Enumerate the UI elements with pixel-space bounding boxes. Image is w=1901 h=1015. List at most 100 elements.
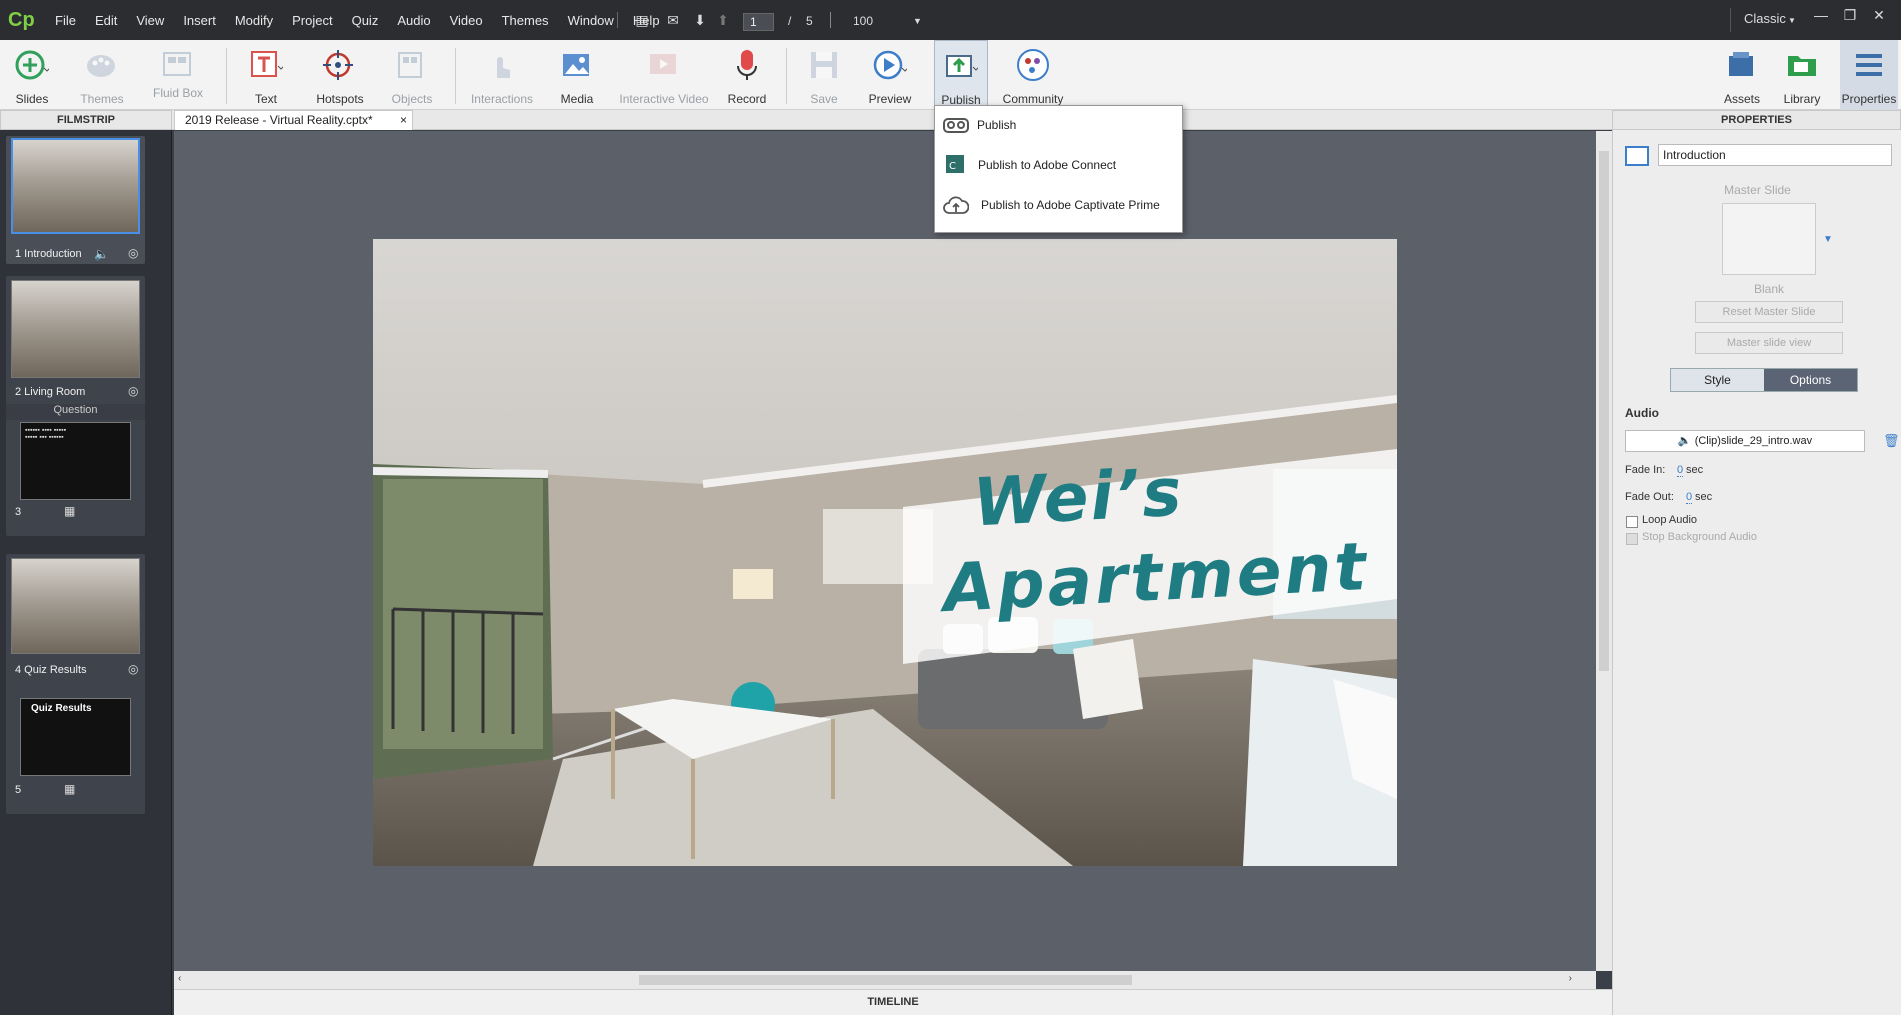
fade-out-value[interactable]: 0 <box>1686 491 1693 504</box>
menu-file[interactable]: File <box>55 13 76 28</box>
tab-style[interactable]: Style <box>1671 369 1764 391</box>
slide-title-line1[interactable]: Wei’s <box>971 454 1185 542</box>
objects-button[interactable]: Objects <box>384 40 440 110</box>
minimize-icon[interactable]: — <box>1811 6 1831 24</box>
publish-menu-item[interactable]: Publish <box>935 106 1182 144</box>
slides-button[interactable]: Slides <box>6 40 58 110</box>
menu-quiz[interactable]: Quiz <box>352 13 379 28</box>
properties-panel: Introduction Master Slide ▼ Blank Reset … <box>1612 130 1901 1015</box>
stop-background-audio-checkbox[interactable] <box>1626 533 1638 545</box>
publish-button[interactable]: Publish <box>934 40 988 110</box>
library-folder-icon <box>1788 56 1816 76</box>
close-tab-icon[interactable]: × <box>400 111 407 130</box>
current-slide-input[interactable]: 1 <box>743 13 774 31</box>
preview-button[interactable]: Preview <box>862 40 918 110</box>
slide-thumbnail[interactable]: ▪▪▪▪▪▪ ▪▪▪▪ ▪▪▪▪▪ ▪▪▪▪▪ ▪▪▪ ▪▪▪▪▪▪ <box>20 422 131 500</box>
vr-360-icon: ◎ <box>128 246 139 260</box>
media-button[interactable]: Media <box>548 40 606 110</box>
menu-modify[interactable]: Modify <box>235 13 273 28</box>
workspace-selector[interactable]: Classic <box>1744 11 1786 26</box>
question-group-label: Question <box>6 404 145 420</box>
publish-adobe-connect-item[interactable]: C Publish to Adobe Connect <box>935 146 1182 184</box>
assets-button[interactable]: Assets <box>1716 40 1768 110</box>
loop-audio-label: Loop Audio <box>1642 514 1698 526</box>
save-button[interactable]: Save <box>796 40 852 110</box>
stage-horizontal-scrollbar[interactable]: ‹ › <box>174 971 1596 989</box>
document-tab[interactable]: 2019 Release - Virtual Reality.cptx* × <box>174 110 413 130</box>
menu-themes[interactable]: Themes <box>502 13 549 28</box>
image-icon <box>563 54 589 76</box>
hotspots-button[interactable]: Hotspots <box>308 40 372 110</box>
slide-canvas[interactable]: Wei’s Apartment <box>373 239 1397 866</box>
publish-icon <box>946 55 978 77</box>
menu-insert[interactable]: Insert <box>183 13 216 28</box>
interactive-video-button[interactable]: Interactive Video <box>616 40 712 110</box>
community-button[interactable]: Community <box>998 40 1068 110</box>
main-toolbar: Slides Themes Fluid Box Text Hotspots Ob… <box>0 40 1901 110</box>
reset-master-slide-button[interactable]: Reset Master Slide <box>1695 301 1843 323</box>
slide-thumbnail[interactable] <box>11 558 140 654</box>
slide-label: 4 Quiz Results <box>15 664 87 676</box>
hand-pointer-icon <box>497 57 510 78</box>
mail-icon[interactable]: ✉ <box>665 12 681 28</box>
text-button[interactable]: Text <box>238 40 294 110</box>
audio-clip-field[interactable]: 🔈 (Clip)slide_29_intro.wav <box>1625 430 1865 452</box>
play-preview-icon <box>873 50 907 80</box>
publish-dropdown-menu: Publish C Publish to Adobe Connect Publi… <box>934 105 1183 233</box>
properties-icon <box>1856 54 1882 76</box>
delete-audio-icon[interactable]: 🗑 <box>1883 433 1900 449</box>
publish-captivate-prime-item[interactable]: Publish to Adobe Captivate Prime <box>935 186 1182 224</box>
master-slide-dropdown-icon[interactable]: ▼ <box>1823 234 1833 245</box>
filmstrip-panel: 1 Introduction 🔈 ◎ 2 Living Room ◎ Quest… <box>0 130 172 1015</box>
menu-edit[interactable]: Edit <box>95 13 117 28</box>
properties-header: PROPERTIES <box>1612 110 1901 130</box>
filmstrip-slide-1[interactable]: 1 Introduction 🔈 ◎ <box>6 136 145 264</box>
document-tab-title: 2019 Release - Virtual Reality.cptx* <box>185 113 373 127</box>
workspace-dropdown-icon[interactable]: ▼ <box>1788 16 1796 25</box>
timeline-bar[interactable]: TIMELINE <box>174 989 1612 1015</box>
slide-label: 1 Introduction <box>15 248 82 260</box>
library-button[interactable]: Library <box>1776 40 1828 110</box>
vr-360-icon: ◎ <box>128 384 139 398</box>
master-slide-thumbnail[interactable] <box>1722 203 1816 275</box>
menu-view[interactable]: View <box>136 13 164 28</box>
loop-audio-checkbox[interactable] <box>1626 516 1638 528</box>
themes-button[interactable]: Themes <box>72 40 132 110</box>
slide-thumbnail <box>11 138 140 234</box>
fluid-box-icon <box>163 52 191 76</box>
fade-in-value[interactable]: 0 <box>1677 464 1684 477</box>
captions-icon[interactable]: ▤ <box>634 12 650 28</box>
close-window-icon[interactable]: ✕ <box>1869 6 1889 24</box>
svg-text:C: C <box>949 161 956 172</box>
audio-section-title: Audio <box>1625 406 1659 420</box>
slide-label: 5 <box>15 784 22 796</box>
hotspot-icon <box>323 50 353 80</box>
slide-thumbnail[interactable]: Quiz Results <box>20 698 131 776</box>
slide-type-icon <box>1625 146 1649 166</box>
zoom-level[interactable]: 100 <box>853 14 873 28</box>
maximize-icon[interactable]: ❐ <box>1840 6 1860 24</box>
record-button[interactable]: Record <box>718 40 776 110</box>
slide-name-input[interactable]: Introduction <box>1658 144 1892 166</box>
master-slide-view-button[interactable]: Master slide view <box>1695 332 1843 354</box>
stage-vertical-scrollbar[interactable] <box>1596 131 1612 971</box>
text-icon <box>251 51 283 77</box>
palette-icon <box>87 55 115 77</box>
interactions-button[interactable]: Interactions <box>466 40 538 110</box>
interactive-video-icon <box>650 54 676 74</box>
zoom-dropdown-icon[interactable]: ▼ <box>913 16 922 26</box>
vr-headset-icon <box>943 118 969 133</box>
move-up-icon[interactable]: ⬆ <box>715 12 731 28</box>
document-tab-bar: 2019 Release - Virtual Reality.cptx* × <box>172 110 1612 130</box>
menu-window[interactable]: Window <box>568 13 614 28</box>
fade-in-unit: sec <box>1686 464 1704 476</box>
menu-video[interactable]: Video <box>450 13 483 28</box>
menu-audio[interactable]: Audio <box>397 13 430 28</box>
properties-button[interactable]: Properties <box>1840 40 1898 110</box>
fluid-box-button[interactable]: Fluid Box <box>148 40 208 110</box>
menu-project[interactable]: Project <box>292 13 332 28</box>
move-down-icon[interactable]: ⬇ <box>692 12 708 28</box>
slide-thumbnail[interactable] <box>11 280 140 378</box>
stop-background-audio-label: Stop Background Audio <box>1642 531 1757 543</box>
tab-options[interactable]: Options <box>1764 369 1857 391</box>
